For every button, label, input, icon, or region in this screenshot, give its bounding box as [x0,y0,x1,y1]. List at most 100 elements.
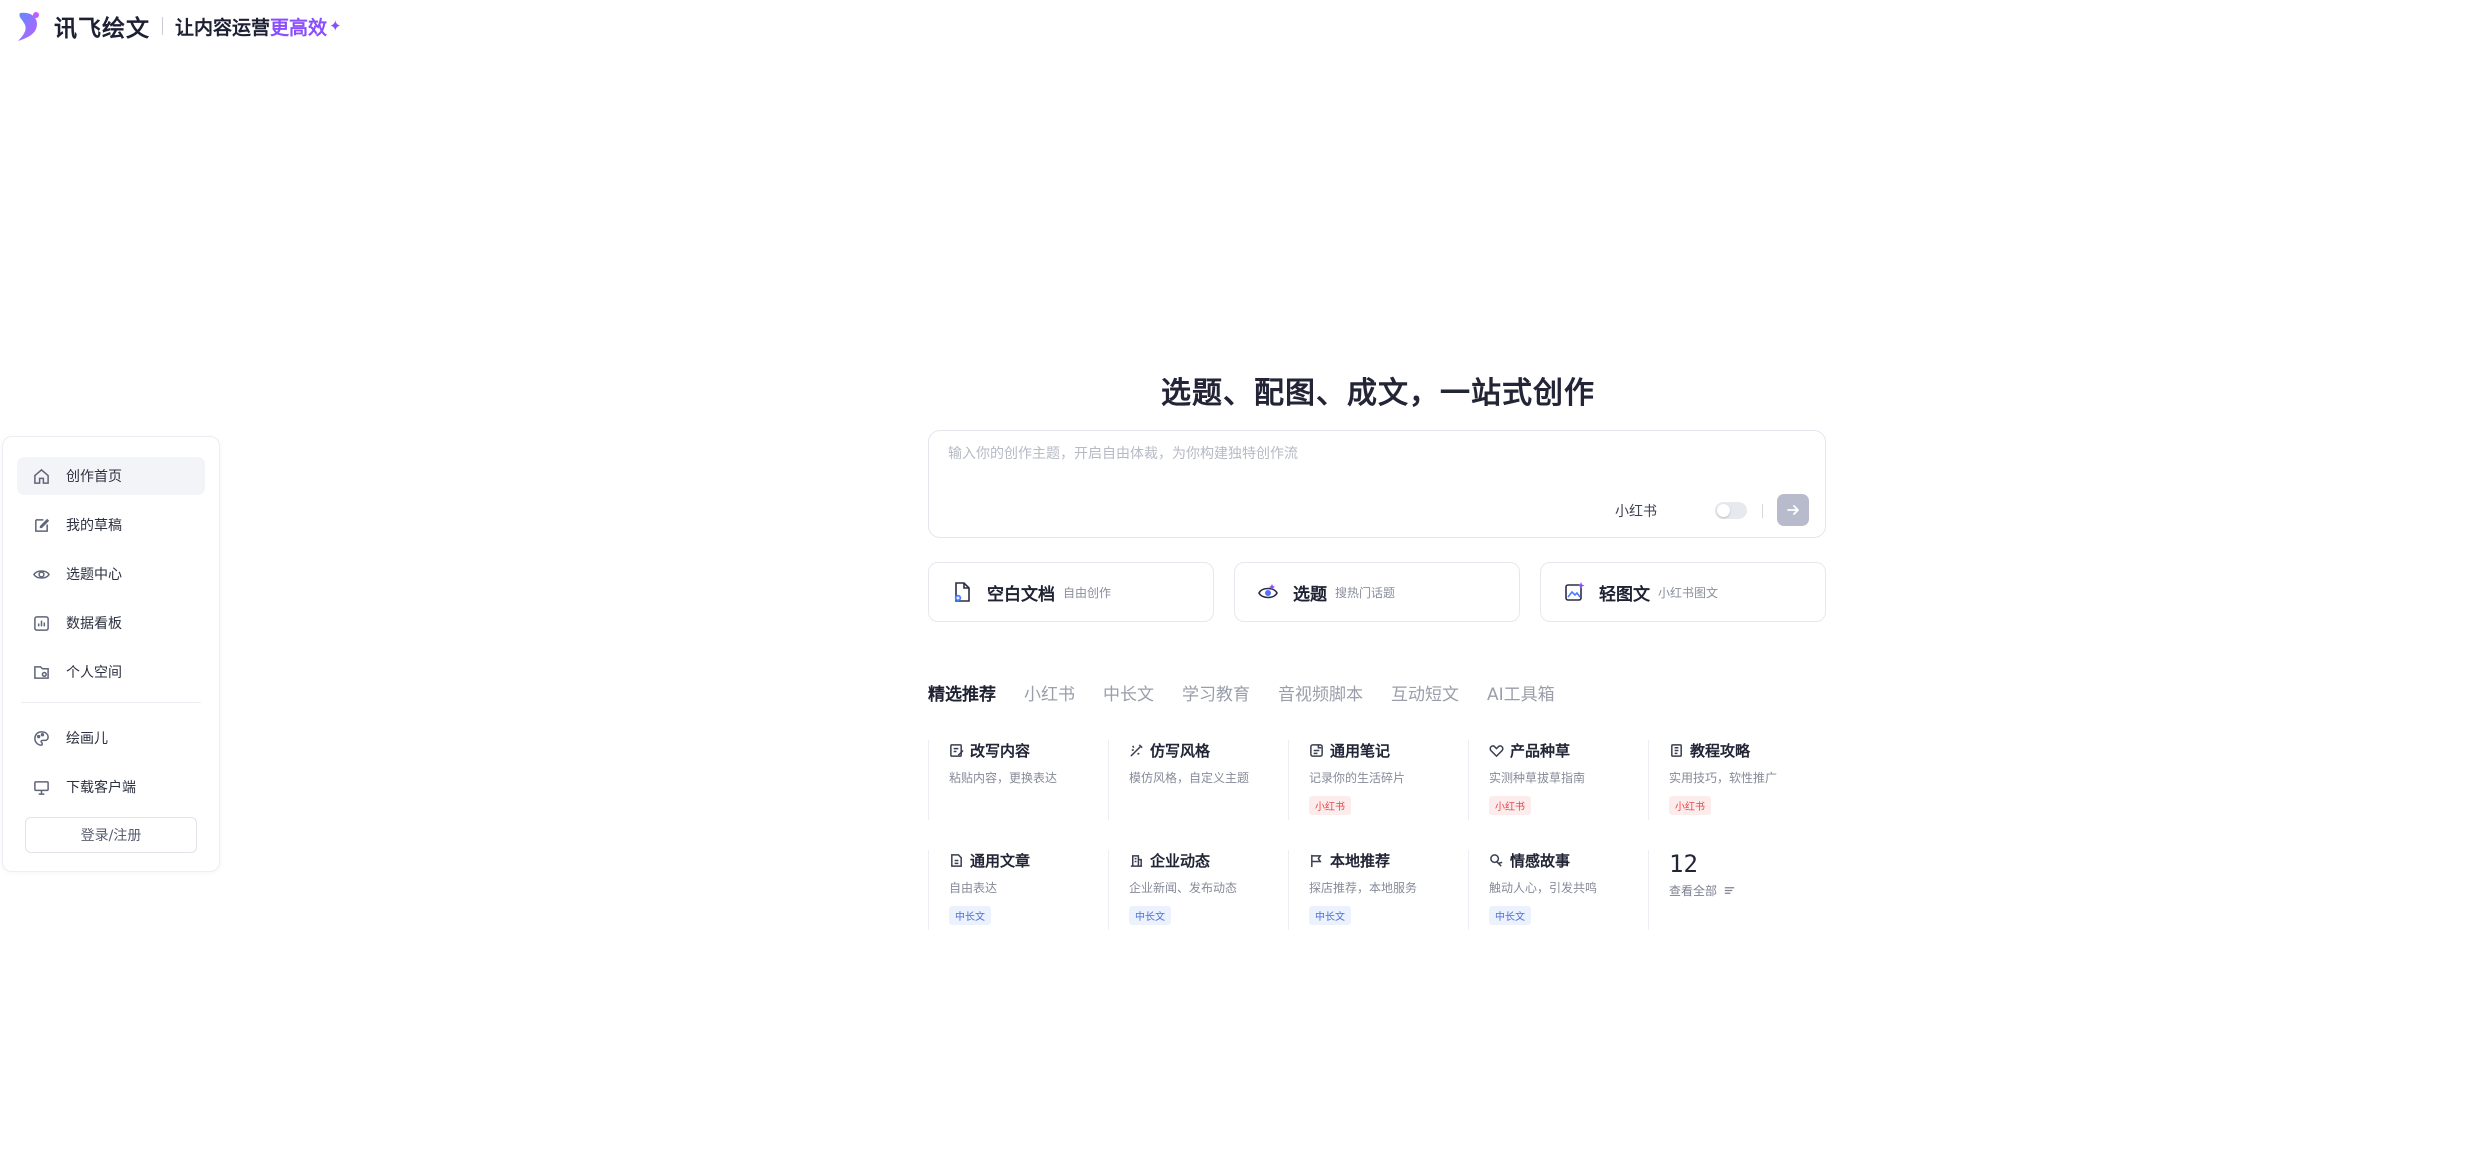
template-tag: 中长文 [1309,906,1351,925]
template-tag: 小红书 [1489,796,1531,815]
action-subtitle: 小红书图文 [1658,585,1719,600]
page-title: 选题、配图、成文，一站式创作 [1161,376,1595,411]
sidebar-item-label: 个人空间 [66,665,122,681]
doc-icon [954,582,970,602]
eye-icon [33,569,50,579]
tab-xiaohongshu[interactable]: 小红书 [1024,680,1075,705]
sidebar-item-label: 创作首页 [66,469,122,485]
template-tag: 小红书 [1309,796,1351,815]
template-title: 通用笔记 [1330,742,1391,760]
input-divider [1762,504,1763,518]
login-button[interactable]: 登录/注册 [25,817,197,853]
tab-education[interactable]: 学习教育 [1182,680,1250,705]
sidebar-item-label: 下载客户端 [66,780,136,796]
home-icon [34,468,49,484]
note-icon [1310,744,1323,757]
template-count: 12 [1669,850,1698,878]
template-tag: 中长文 [1129,906,1171,925]
template-desc: 模仿风格，自定义主题 [1129,771,1250,785]
template-desc: 粘贴内容，更换表达 [949,771,1058,785]
prompt-box: 小红书 [928,430,1826,538]
building-icon [1130,855,1143,867]
template-card-tutorial[interactable]: 教程攻略 实用技巧，软性推广 小红书 [1648,740,1828,820]
palette-icon [34,730,49,746]
tab-interactive[interactable]: 互动短文 [1391,680,1459,705]
category-tabs: 精选推荐 小红书 中长文 学习教育 音视频脚本 互动短文 AI工具箱 [928,680,1555,705]
xhs-toggle-label: 小红书 [1615,504,1657,520]
sidebar-item-space[interactable]: 个人空间 [17,653,205,691]
template-desc: 触动人心，引发共鸣 [1489,881,1598,895]
template-tag: 中长文 [949,906,991,925]
template-card-rewrite[interactable]: 改写内容 粘贴内容，更换表达 [928,740,1108,820]
wand-icon [1130,744,1143,757]
template-desc: 实测种草拔草指南 [1489,771,1586,785]
topic-card[interactable]: 选题 搜热门话题 [1234,562,1520,622]
sidebar-item-drafts[interactable]: 我的草稿 [17,506,205,544]
view-all-label: 查看全部 [1669,884,1718,898]
template-desc: 自由表达 [949,881,998,895]
brand-name: 讯飞绘文 [54,16,150,42]
template-card-product[interactable]: 产品种草 实测种草拔草指南 小红书 [1468,740,1648,820]
sidebar-item-dashboard[interactable]: 数据看板 [17,604,205,642]
template-title: 教程攻略 [1690,742,1751,760]
sparkle-icon: ✦ [329,17,342,35]
brand-slogan: 让内容运营 [175,16,271,39]
template-tag: 中长文 [1489,906,1531,925]
template-title: 本地推荐 [1330,852,1391,870]
arrow-right-icon [1787,505,1799,515]
sidebar: 创作首页 我的草稿 选题中心 数据看板 个人空间 绘画儿 下载客户端 登录/注册 [2,436,220,872]
sidebar-item-label: 我的草稿 [66,518,122,534]
template-desc: 实用技巧，软性推广 [1669,771,1778,785]
send-button[interactable] [1777,494,1809,526]
xhs-toggle[interactable] [1715,502,1747,519]
tab-long-article[interactable]: 中长文 [1103,680,1154,705]
action-subtitle: 自由创作 [1063,585,1112,600]
template-title: 通用文章 [970,852,1031,870]
sidebar-item-download[interactable]: 下载客户端 [17,768,205,806]
tab-featured[interactable]: 精选推荐 [928,680,996,705]
sidebar-item-topics[interactable]: 选题中心 [17,555,205,593]
article-icon [951,854,962,867]
action-title: 轻图文 [1599,584,1650,605]
template-desc: 记录你的生活碎片 [1309,771,1406,785]
sidebar-item-label: 选题中心 [66,567,122,583]
action-title: 选题 [1293,584,1327,605]
sidebar-item-painting[interactable]: 绘画儿 [17,719,205,757]
action-subtitle: 搜热门话题 [1335,585,1396,600]
toggle-knob [1717,504,1730,517]
template-card-company[interactable]: 企业动态 企业新闻、发布动态 中长文 [1108,850,1288,930]
template-desc: 企业新闻、发布动态 [1129,881,1238,895]
template-card-story[interactable]: 情感故事 触动人心，引发共鸣 中长文 [1468,850,1648,930]
sidebar-item-home[interactable]: 创作首页 [17,457,205,495]
sidebar-item-label: 绘画儿 [66,731,108,747]
heart-icon [1489,745,1504,758]
tab-av-script[interactable]: 音视频脚本 [1278,680,1363,705]
template-title: 产品种草 [1510,742,1571,760]
image-spark-icon [1565,582,1585,601]
action-title: 空白文档 [987,584,1055,605]
template-title: 改写内容 [970,742,1031,760]
light-post-card[interactable]: 轻图文 小红书图文 [1540,562,1826,622]
template-title: 企业动态 [1150,852,1211,870]
prompt-input[interactable] [946,445,1790,463]
template-tag: 小红书 [1669,796,1711,815]
flag-icon [1311,854,1322,868]
blank-doc-card[interactable]: 空白文档 自由创作 [928,562,1214,622]
story-icon [1490,854,1503,867]
tab-ai-tools[interactable]: AI工具箱 [1487,680,1555,705]
template-card-note[interactable]: 通用笔记 记录你的生活碎片 小红书 [1288,740,1468,820]
view-all-templates[interactable]: 12 查看全部 [1648,850,1828,930]
chart-icon [34,615,49,631]
logo-divider [162,17,163,35]
monitor-icon [34,780,49,795]
brand-slogan-accent: 更高效 [270,16,328,39]
list-icon [1724,887,1735,894]
template-card-imitate[interactable]: 仿写风格 模仿风格，自定义主题 [1108,740,1288,820]
book-icon [1671,744,1682,757]
template-card-local[interactable]: 本地推荐 探店推荐，本地服务 中长文 [1288,850,1468,930]
brand-logo[interactable]: 讯飞绘文 让内容运营 更高效 ✦ [14,6,342,46]
template-title: 仿写风格 [1150,742,1211,760]
sidebar-divider [21,702,201,703]
template-card-article[interactable]: 通用文章 自由表达 中长文 [928,850,1108,930]
folder-icon [34,665,49,679]
